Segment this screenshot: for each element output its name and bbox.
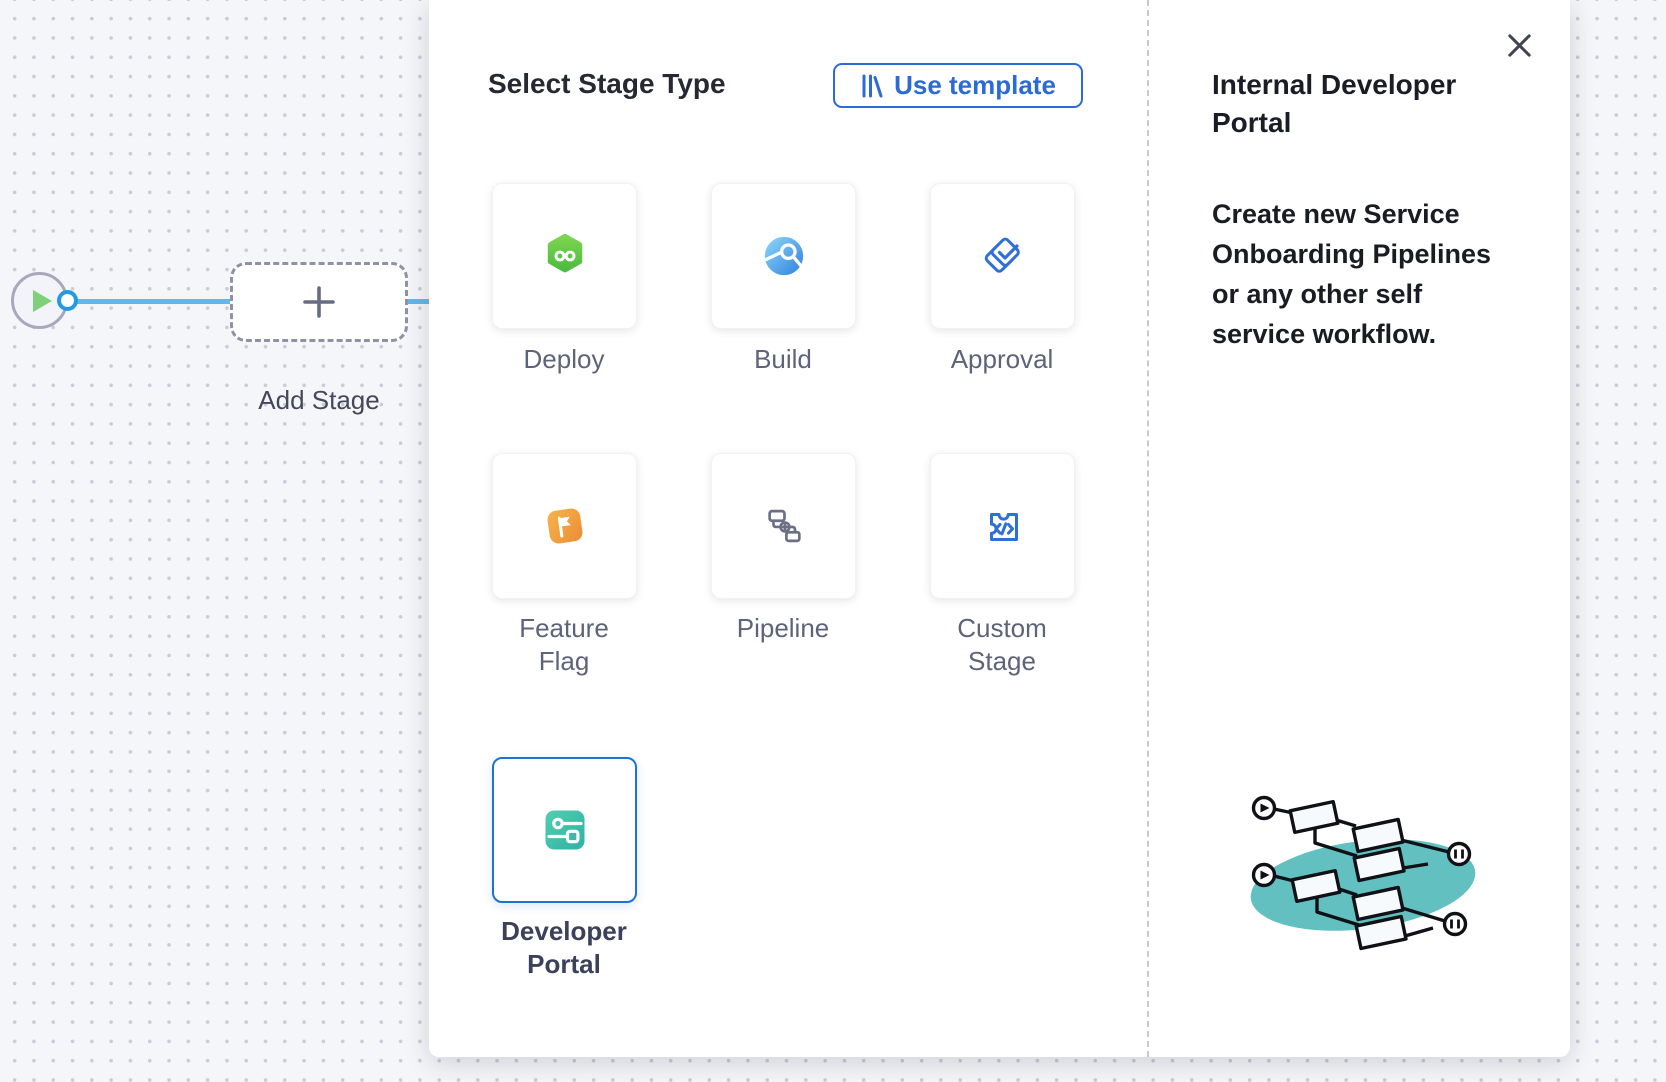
stage-tile-label: Build [717,343,849,376]
detail-panel-title: Internal Developer Portal [1212,66,1497,142]
stage-tile-custom-stage[interactable] [930,453,1075,599]
use-template-button[interactable]: Use template [833,63,1083,108]
stage-tile-deploy[interactable] [492,183,637,329]
connector-line [408,299,429,304]
use-template-label: Use template [894,70,1056,101]
modal-title: Select Stage Type [488,69,726,99]
stage-tile-label: Developer Portal [498,915,630,981]
stage-tile-pipeline[interactable] [711,453,856,599]
stage-tile-label: Pipeline [717,612,849,645]
play-icon [33,290,52,312]
cd-hexagon-infinity-icon [542,233,588,279]
add-stage-label: Add Stage [230,385,408,416]
library-icon [860,73,884,99]
approval-check-icon [979,232,1027,280]
detail-panel-description: Create new Service Onboarding Pipelines … [1212,194,1500,354]
pipeline-flowchart-icon [761,503,807,549]
stage-tile-feature-flag[interactable] [492,453,637,599]
stage-tile-label: Approval [936,343,1068,376]
pipeline-canvas: Add Stage Select Stage Type Use template… [0,0,1666,1082]
stage-tile-label: Custom Stage [936,612,1068,678]
ci-circle-magnifier-icon [761,233,807,279]
connector-handle[interactable] [57,290,78,311]
stage-tile-label: Feature Flag [498,612,630,678]
feature-flag-icon [541,502,589,550]
close-button[interactable] [1501,27,1537,63]
connector-line [76,299,230,304]
pipeline-sketch-illustration [1243,783,1487,961]
stage-tile-build[interactable] [711,183,856,329]
developer-portal-icon [541,806,589,854]
panel-divider [1147,0,1149,1057]
stage-tile-approval[interactable] [930,183,1075,329]
select-stage-modal: Select Stage Type Use template Deploy [429,0,1570,1057]
stage-tile-developer-portal[interactable] [492,757,637,903]
close-icon [1504,30,1535,61]
custom-stage-code-icon [979,502,1027,550]
plus-icon [301,284,337,320]
add-stage-button[interactable] [230,262,408,342]
stage-tile-label: Deploy [498,343,630,376]
